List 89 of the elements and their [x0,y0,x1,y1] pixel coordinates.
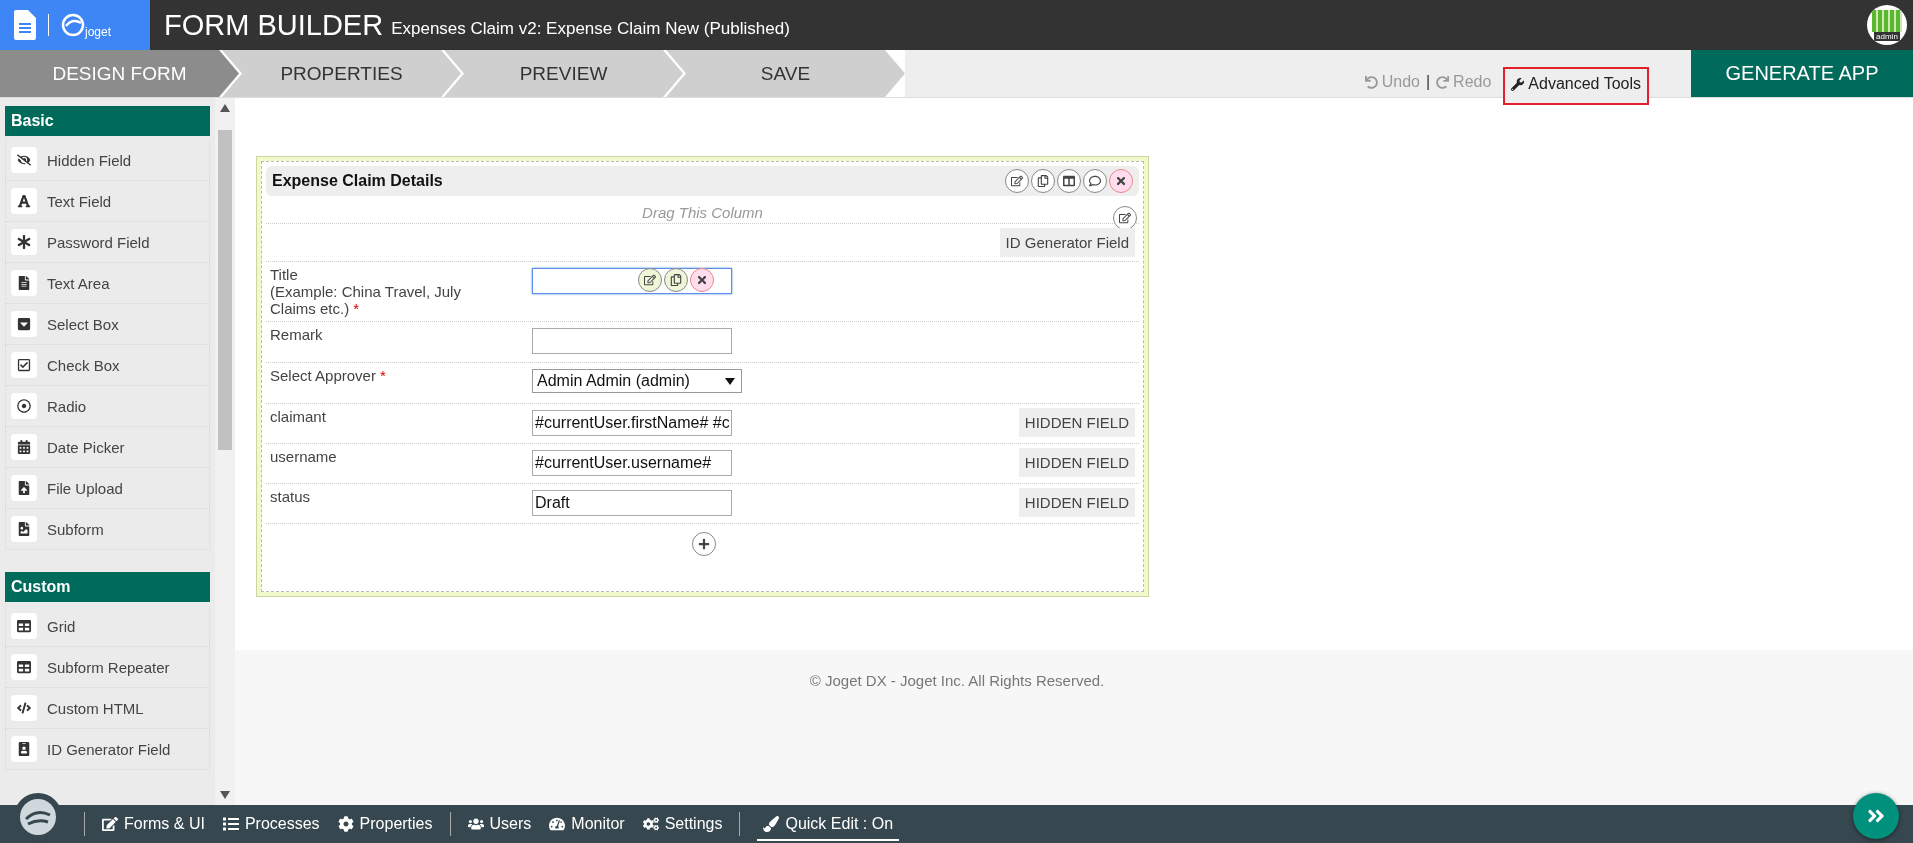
asterisk-icon [11,229,37,255]
logo-icon [61,13,85,37]
wrench-icon [1511,77,1525,91]
edit-icon [102,816,118,832]
redo-icon [1436,75,1450,89]
palette-item[interactable]: Hidden Field [5,140,210,181]
nav-link[interactable]: Monitor [549,815,625,833]
palette-item[interactable]: Custom HTML [5,688,210,729]
text-field[interactable]: #currentUser.firstName# #c [532,410,732,436]
palette-item[interactable]: File Upload [5,468,210,509]
table-icon [11,654,37,680]
nav-link[interactable]: Settings [642,815,723,833]
advanced-tools-button[interactable]: Advanced Tools [1503,67,1649,105]
field-label: Remark [270,326,324,343]
palette-item[interactable]: Select Box [5,304,210,345]
brush-icon [763,816,780,832]
calendar-icon [11,434,37,460]
copy-icon[interactable] [1031,169,1055,193]
palette-heading: Basic [5,106,210,136]
text-field[interactable] [532,328,732,354]
scroll-down-icon[interactable] [220,791,230,799]
text-field[interactable]: #currentUser.username# [532,450,732,476]
palette-item[interactable]: Radio [5,386,210,427]
field-label: Select Approver * [270,367,387,384]
select-box[interactable]: Admin Admin (admin) [532,369,742,393]
field-badge: HIDDEN FIELD [1018,488,1135,517]
columns-icon[interactable] [1057,169,1081,193]
scrollbar-thumb[interactable] [218,130,232,450]
palette-heading: Custom [5,572,210,602]
form-title: Expenses Claim v2: Expense Claim New (Published) [391,19,791,39]
copyright-text: © Joget DX - Joget Inc. All Rights Reserved. [809,672,1105,691]
field-badge: HIDDEN FIELD [1018,408,1135,437]
palette-item[interactable]: Text Area [5,263,210,304]
field-label: status [270,488,312,505]
comment-icon[interactable] [1083,169,1107,193]
field-badge: HIDDEN FIELD [1018,448,1135,477]
id-badge-icon [11,736,37,762]
palette-item[interactable]: Password Field [5,222,210,263]
logo-text: joget [85,25,112,39]
field-label: Title (Example: China Travel, July Claims etc.) * [270,266,462,317]
palette-item[interactable]: ID Generator Field [5,729,210,770]
column-hint: Drag This Column [642,204,763,221]
step-tab[interactable]: PROPERTIES [222,50,461,97]
palette-item[interactable]: Check Box [5,345,210,386]
palette-item[interactable]: Subform Repeater [5,647,210,688]
undo-icon [1364,75,1378,89]
section-header: Expense Claim Details [266,166,1139,196]
gears-icon [642,816,659,832]
file-icon [11,516,37,542]
generate-app-button[interactable]: GENERATE APP [1691,50,1913,97]
add-icon[interactable] [691,532,716,556]
checkbox-icon [11,352,37,378]
list-icon [222,816,239,832]
field-label: username [270,448,338,465]
radio-icon [11,393,37,419]
scroll-up-icon[interactable] [220,104,230,112]
code-icon [11,695,37,721]
user-avatar[interactable]: admin [1867,5,1907,45]
caret-icon [725,377,735,385]
nav-link[interactable]: Forms & UI [102,815,205,833]
step-tab[interactable]: SAVE [666,50,905,97]
nav-link[interactable]: Properties [337,815,433,833]
letter-icon [11,188,37,214]
quick-edit-toggle[interactable]: Quick Edit : On [757,807,900,841]
document-icon [14,10,36,40]
app-title: FORM BUILDER [164,8,384,42]
palette-item[interactable]: Grid [5,606,210,647]
nav-link[interactable]: Processes [222,815,320,833]
gauge-icon [549,816,566,832]
separator: | [1425,73,1431,91]
gear-icon [337,816,354,832]
text-field[interactable]: Draft [532,490,732,516]
dropdown-icon [11,311,37,337]
field-label: claimant [270,408,327,425]
nav-link[interactable]: Users [467,815,532,833]
eye-slash-icon [11,147,37,173]
edit-icon[interactable] [1113,206,1137,230]
palette-item[interactable]: Subform [5,509,210,550]
document-icon [11,270,37,296]
palette-item[interactable]: Text Field [5,181,210,222]
expand-button[interactable] [1853,793,1899,839]
edit-icon[interactable] [1005,169,1029,193]
upload-icon [11,475,37,501]
table-icon [11,613,37,639]
palette-item[interactable]: Date Picker [5,427,210,468]
field-badge: ID Generator Field [999,228,1135,257]
close-icon[interactable] [1109,169,1133,193]
users-icon [467,816,484,832]
step-tab[interactable]: PREVIEW [444,50,683,97]
